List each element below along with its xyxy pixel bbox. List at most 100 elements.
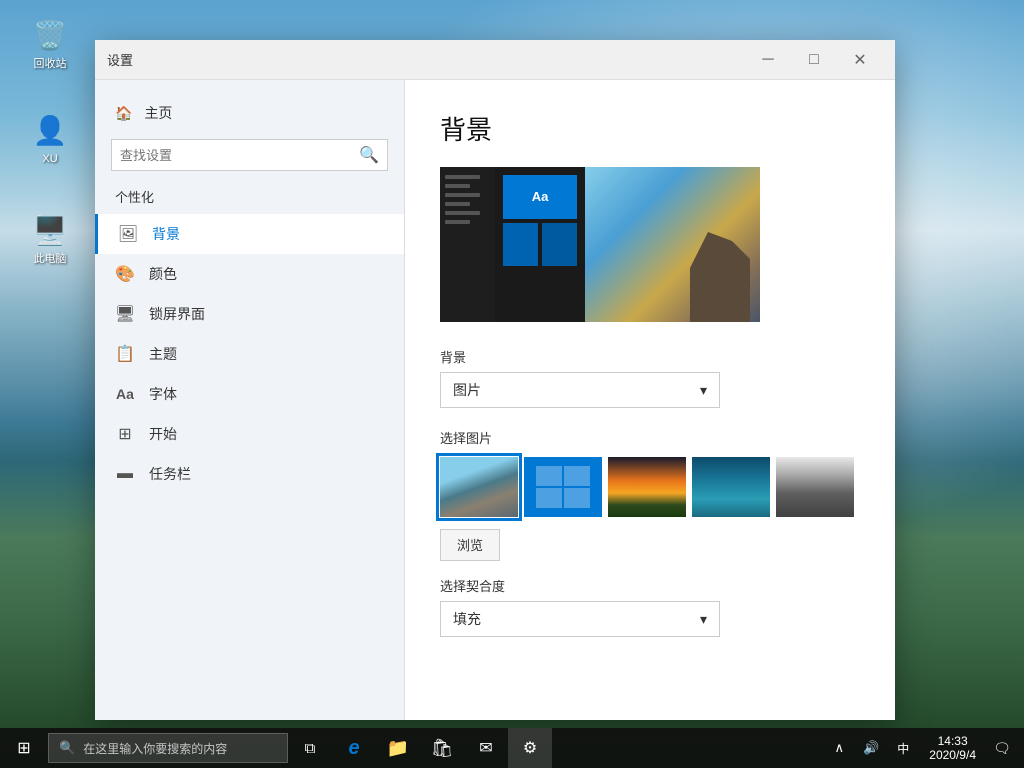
sidebar-item-home[interactable]: 🏠 主页 <box>95 95 404 131</box>
sidebar-item-background[interactable]: 🖼 背景 <box>95 214 404 254</box>
sidebar-item-fonts[interactable]: Aa 字体 <box>95 374 404 414</box>
task-view-icon: ⧉ <box>305 740 316 757</box>
edge-button[interactable]: e <box>332 728 376 768</box>
taskbar-search-bar[interactable]: 🔍 在这里输入你要搜索的内容 <box>48 733 288 763</box>
preview-tiles: Aa <box>495 167 585 322</box>
page-title: 背景 <box>440 110 860 147</box>
background-preview: Aa <box>440 167 760 322</box>
edge-icon: e <box>348 737 359 760</box>
folder-button[interactable]: 📁 <box>376 728 420 768</box>
picture-thumb-5[interactable] <box>776 457 854 517</box>
start-button[interactable]: ⊞ <box>0 728 48 768</box>
home-label: 主页 <box>144 103 172 123</box>
lockscreen-nav-label: 锁屏界面 <box>149 304 205 324</box>
preview-tile-large: Aa <box>503 175 577 219</box>
background-section-label: 背景 <box>440 347 860 366</box>
theme-nav-icon: 📋 <box>115 344 135 364</box>
search-icon: 🔍 <box>359 145 379 165</box>
store-button[interactable]: 🛍 <box>420 728 464 768</box>
preview-main: Aa <box>495 167 760 322</box>
user-icon: 👤 <box>30 110 70 150</box>
close-button[interactable]: ✕ <box>837 44 883 76</box>
computer-icon: 🖥️ <box>30 210 70 250</box>
volume-icon: 🔊 <box>863 740 879 756</box>
preview-wallpaper <box>585 167 760 322</box>
picture-thumb-1[interactable] <box>440 457 518 517</box>
picture-thumb-4[interactable] <box>692 457 770 517</box>
preview-tile-2 <box>542 223 577 267</box>
user-label: XU <box>42 153 57 166</box>
background-type-dropdown[interactable]: 图片 ▾ <box>440 372 720 408</box>
mail-button[interactable]: ✉ <box>464 728 508 768</box>
start-icon: ⊞ <box>17 738 30 758</box>
ime-label: 中 <box>897 740 909 757</box>
settings-button[interactable]: ⚙ <box>508 728 552 768</box>
fit-dropdown[interactable]: 填充 ▾ <box>440 601 720 637</box>
sidebar-item-start[interactable]: ⊞ 开始 <box>95 414 404 454</box>
theme-nav-label: 主题 <box>149 344 177 364</box>
title-bar: 设置 ─ □ ✕ <box>95 40 895 80</box>
task-view-button[interactable]: ⧉ <box>288 728 332 768</box>
sidebar-item-colors[interactable]: 🎨 颜色 <box>95 254 404 294</box>
background-nav-label: 背景 <box>152 224 180 244</box>
taskbar-search-text: 在这里输入你要搜索的内容 <box>83 740 227 757</box>
home-icon: 🏠 <box>115 105 132 122</box>
preview-sidebar-line-4 <box>445 202 470 206</box>
desktop-icon-user[interactable]: 👤 XU <box>15 110 85 166</box>
desktop: 🗑️ 回收站 👤 XU 🖥️ 此电脑 设置 ─ □ ✕ 🏠 主页 <box>0 0 1024 768</box>
taskbar-nav-icon: ▬ <box>115 464 135 484</box>
fonts-nav-icon: Aa <box>115 384 135 404</box>
search-container: 🔍 <box>95 131 404 183</box>
choose-fit-section: 选择契合度 填充 ▾ <box>440 576 860 637</box>
preview-sidebar-line-5 <box>445 211 480 215</box>
taskbar: ⊞ 🔍 在这里输入你要搜索的内容 ⧉ e 📁 🛍 ✉ ⚙ ∧ <box>0 728 1024 768</box>
browse-button[interactable]: 浏览 <box>440 529 500 561</box>
clock-time: 14:33 <box>938 734 968 748</box>
search-input[interactable] <box>120 148 353 163</box>
choose-pictures-label: 选择图片 <box>440 428 860 447</box>
window-body: 🏠 主页 🔍 个性化 🖼 背景 🎨 颜色 <box>95 80 895 720</box>
sidebar-item-theme[interactable]: 📋 主题 <box>95 334 404 374</box>
choose-pictures-section: 选择图片 <box>440 428 860 561</box>
maximize-button[interactable]: □ <box>791 44 837 76</box>
pictures-grid <box>440 457 860 517</box>
lockscreen-nav-icon: 🖥 <box>115 304 135 324</box>
preview-tile-1 <box>503 223 538 267</box>
start-nav-label: 开始 <box>149 424 177 444</box>
sidebar: 🏠 主页 🔍 个性化 🖼 背景 🎨 颜色 <box>95 80 405 720</box>
picture-thumb-2[interactable] <box>524 457 602 517</box>
desktop-icon-computer[interactable]: 🖥️ 此电脑 <box>15 210 85 266</box>
tray-expand-icon[interactable]: ∧ <box>825 728 853 768</box>
preview-sidebar-line-3 <box>445 193 480 197</box>
start-nav-icon: ⊞ <box>115 424 135 444</box>
tray-volume-icon[interactable]: 🔊 <box>857 728 885 768</box>
sidebar-item-lockscreen[interactable]: 🖥 锁屏界面 <box>95 294 404 334</box>
notification-button[interactable]: 🗨 <box>988 728 1016 768</box>
taskbar-right: ∧ 🔊 中 14:33 2020/9/4 🗨 <box>825 728 1024 768</box>
colors-nav-label: 颜色 <box>149 264 177 284</box>
background-type-value: 图片 <box>453 380 481 400</box>
store-icon: 🛍 <box>431 738 454 759</box>
choose-fit-label: 选择契合度 <box>440 576 860 595</box>
window-title: 设置 <box>107 50 745 69</box>
sidebar-section-label: 个性化 <box>95 183 404 214</box>
recycle-bin-icon: 🗑️ <box>30 15 70 55</box>
search-box[interactable]: 🔍 <box>111 139 388 171</box>
colors-nav-icon: 🎨 <box>115 264 135 284</box>
tray-ime-icon[interactable]: 中 <box>889 728 917 768</box>
background-nav-icon: 🖼 <box>118 224 138 244</box>
fonts-nav-label: 字体 <box>149 384 177 404</box>
taskbar-search-icon: 🔍 <box>59 740 75 756</box>
folder-icon: 📁 <box>387 738 409 759</box>
recycle-bin-label: 回收站 <box>34 58 67 71</box>
sidebar-item-taskbar[interactable]: ▬ 任务栏 <box>95 454 404 494</box>
minimize-button[interactable]: ─ <box>745 44 791 76</box>
clock-area[interactable]: 14:33 2020/9/4 <box>921 728 984 768</box>
notification-icon: 🗨 <box>993 740 1011 757</box>
picture-thumb-3[interactable] <box>608 457 686 517</box>
computer-label: 此电脑 <box>34 253 67 266</box>
preview-sidebar-line-2 <box>445 184 470 188</box>
fit-dropdown-arrow: ▾ <box>700 611 707 628</box>
desktop-icon-recycle-bin[interactable]: 🗑️ 回收站 <box>15 15 85 71</box>
preview-sidebar-line-1 <box>445 175 480 179</box>
